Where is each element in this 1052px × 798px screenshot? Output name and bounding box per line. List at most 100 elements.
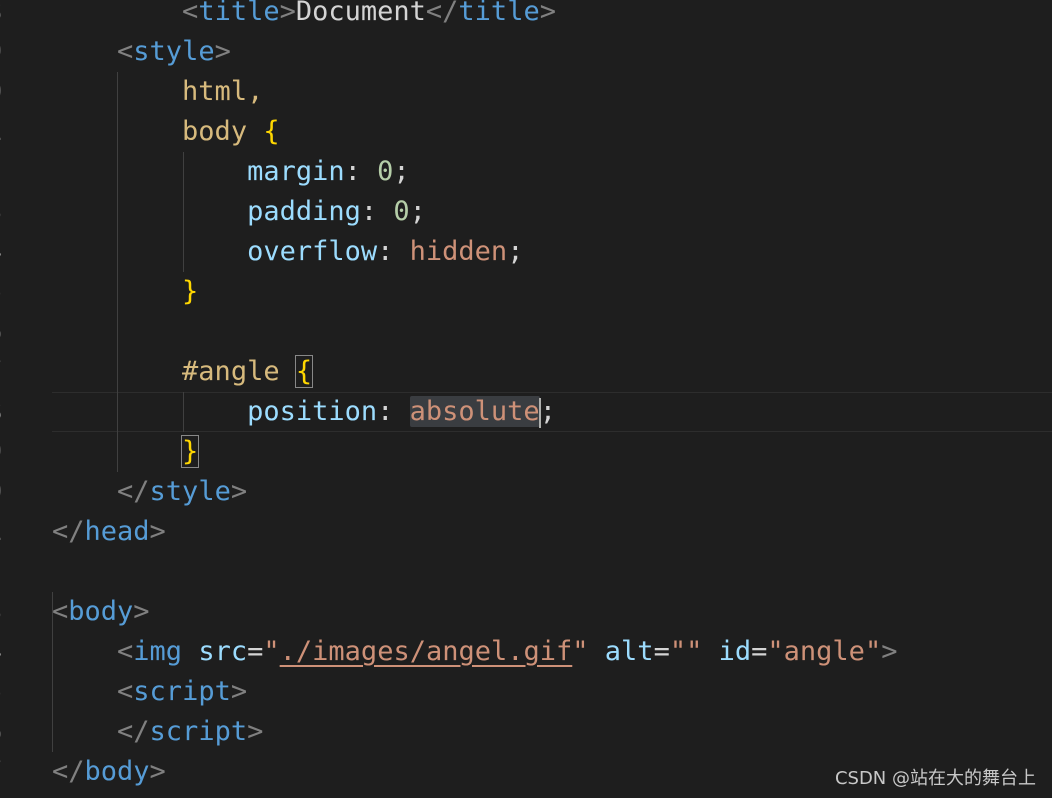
css-value: 0 (393, 196, 410, 227)
css-brace: } (182, 276, 199, 307)
css-colon: : (377, 236, 410, 267)
css-property: margin (247, 156, 345, 187)
tag-bracket: > (230, 476, 248, 507)
code-line[interactable]: padding: 0; (52, 192, 1052, 232)
code-line[interactable]: } (52, 432, 1052, 472)
attr-name: alt (604, 636, 654, 667)
tag-bracket: > (279, 0, 296, 27)
tag-bracket: </ (117, 476, 150, 507)
code-line[interactable]: <style> (52, 32, 1052, 72)
code-line-empty[interactable] (52, 312, 1052, 352)
tag-bracket: < (117, 36, 134, 67)
css-property: position (247, 396, 378, 427)
tag-bracket: > (149, 756, 166, 787)
css-semicolon: ; (409, 196, 426, 227)
line-number: 5 (0, 672, 40, 712)
watermark: CSDN @站在大的舞台上 (834, 768, 1036, 789)
css-semicolon: ; (393, 156, 410, 187)
line-number: 8 (0, 0, 40, 32)
code-line-active[interactable]: position: absolute; (52, 392, 1052, 432)
attr-name: id (718, 636, 752, 667)
line-number: 3 (0, 192, 40, 232)
code-editor[interactable]: 8 9 0 1 2 3 4 5 6 7 8 9 0 1 2 3 4 5 6 7 … (0, 0, 1052, 798)
line-number: 6 (0, 312, 40, 352)
tag-bracket: < (182, 0, 199, 27)
attr-equals: = (751, 636, 768, 667)
tag-name: script (149, 716, 248, 747)
attr-quote: " (572, 636, 589, 667)
attr-quote: " (263, 636, 280, 667)
tag-bracket: < (117, 676, 134, 707)
tag-name: title (198, 0, 280, 27)
css-value: hidden (409, 236, 508, 267)
code-line[interactable]: <body> (52, 592, 1052, 632)
line-number: 2 (0, 152, 40, 192)
css-selector: html, (182, 76, 264, 107)
css-brace-matched: } (181, 435, 200, 468)
css-value: 0 (377, 156, 394, 187)
tag-bracket: > (133, 596, 150, 627)
line-number: 0 (0, 72, 40, 112)
tag-bracket: > (539, 0, 556, 27)
line-number: 3 (0, 592, 40, 632)
css-colon: : (344, 156, 378, 187)
tag-bracket: > (881, 636, 898, 667)
text-content: Document (295, 0, 426, 27)
tag-bracket: < (117, 636, 134, 667)
code-line[interactable]: </style> (52, 472, 1052, 512)
tag-bracket: > (247, 716, 264, 747)
code-line[interactable]: #angle { (52, 352, 1052, 392)
tag-bracket: > (149, 516, 166, 547)
tag-name: title (458, 0, 540, 27)
attr-equals: = (653, 636, 670, 667)
code-line[interactable]: } (52, 272, 1052, 312)
code-line[interactable]: </head> (52, 512, 1052, 552)
css-selector: body (182, 116, 248, 147)
css-selector: #angle (182, 356, 280, 387)
attr-name: src (198, 636, 248, 667)
tag-name: img (133, 636, 183, 667)
line-number: 6 (0, 712, 40, 752)
tag-bracket: </ (52, 756, 85, 787)
line-number: 5 (0, 272, 40, 312)
attr-value: "angle" (767, 636, 882, 667)
line-number: 9 (0, 32, 40, 72)
tag-bracket: < (52, 596, 69, 627)
code-line-empty[interactable] (52, 552, 1052, 592)
tag-bracket: </ (117, 716, 150, 747)
css-colon: : (377, 396, 410, 427)
tag-bracket: </ (425, 0, 459, 27)
attr-equals: = (247, 636, 264, 667)
tag-name: style (133, 36, 215, 67)
code-line[interactable]: overflow: hidden; (52, 232, 1052, 272)
line-number-active: 8 (0, 392, 40, 432)
line-number: 4 (0, 632, 40, 672)
line-number: 0 (0, 472, 40, 512)
css-semicolon: ; (539, 396, 556, 427)
attr-value-link[interactable]: ./images/angel.gif (280, 636, 573, 667)
css-property: overflow (247, 236, 378, 267)
css-colon: : (360, 196, 394, 227)
code-line[interactable]: body { (52, 112, 1052, 152)
line-number: 1 (0, 512, 40, 552)
css-value-highlighted: absolute (409, 396, 540, 427)
tag-bracket: </ (52, 516, 85, 547)
css-brace-matched: { (294, 355, 314, 388)
css-brace: { (263, 116, 280, 147)
tag-bracket: > (230, 676, 248, 707)
line-number: 9 (0, 432, 40, 472)
line-number: 7 (0, 752, 40, 792)
line-number: 7 (0, 352, 40, 392)
tag-name: body (84, 756, 150, 787)
css-property: padding (247, 196, 361, 227)
tag-name: style (149, 476, 231, 507)
code-line[interactable]: <script> (52, 672, 1052, 712)
code-line[interactable]: <title>Document</title> (52, 0, 1052, 32)
line-number: 2 (0, 552, 40, 592)
code-line[interactable]: </script> (52, 712, 1052, 752)
code-line[interactable]: html, (52, 72, 1052, 112)
attr-value: "" (669, 636, 703, 667)
code-line[interactable]: margin: 0; (52, 152, 1052, 192)
code-line[interactable]: <img src="./images/angel.gif" alt="" id=… (52, 632, 1052, 672)
tag-name: body (68, 596, 134, 627)
